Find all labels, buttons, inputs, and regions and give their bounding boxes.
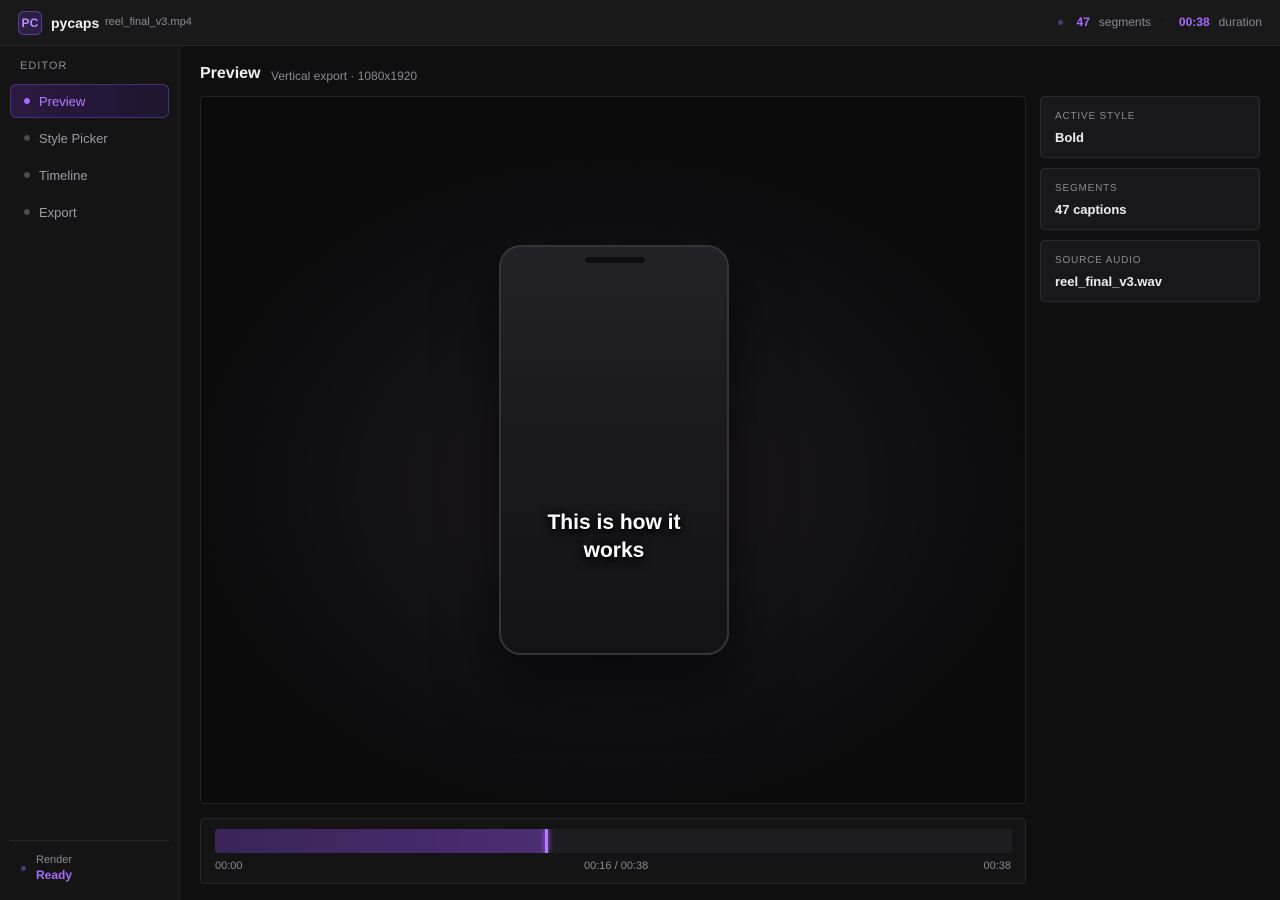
sidebar-nav: Preview Style Picker Timeline Export xyxy=(10,84,169,232)
sidebar-item-timeline[interactable]: Timeline xyxy=(10,158,169,192)
top-bar: PC pycaps reel_final_v3.mp4 47 segments … xyxy=(0,0,1280,46)
header-stats: 47 segments · 00:38 duration xyxy=(1057,15,1262,29)
page-title: Preview xyxy=(200,65,261,82)
page-subtitle: Vertical export · 1080x1920 xyxy=(271,69,418,83)
render-status-panel: Render Ready xyxy=(10,840,169,900)
segments-label: segments xyxy=(1098,15,1151,29)
render-label: Render xyxy=(36,854,73,866)
timeline-panel: 00:00 00:16 / 00:38 00:38 xyxy=(200,818,1026,884)
render-status: Ready xyxy=(36,868,73,882)
source-audio-card: SOURCE AUDIO reel_final_v3.wav xyxy=(1040,240,1260,302)
sidebar-item-export[interactable]: Export xyxy=(10,195,169,229)
sidebar-item-label: Timeline xyxy=(39,167,88,183)
card-value: 47 captions xyxy=(1055,202,1127,217)
sidebar-section-title: EDITOR xyxy=(20,60,68,72)
nav-bullet-icon xyxy=(24,209,30,215)
active-style-card: ACTIVE STYLE Bold xyxy=(1040,96,1260,158)
playhead-handle[interactable] xyxy=(545,829,548,853)
sidebar-item-label: Style Picker xyxy=(39,130,108,146)
segments-count: 47 xyxy=(1076,15,1090,29)
timeline-current-time: 00:16 / 00:38 xyxy=(584,860,649,872)
duration-value: 00:38 xyxy=(1178,15,1210,29)
duration-label: duration xyxy=(1218,15,1262,29)
phone-mockup: This is how it works xyxy=(499,245,729,655)
stats-separator: · xyxy=(1162,15,1167,29)
sidebar-item-label: Export xyxy=(39,204,77,220)
app-name: pycaps xyxy=(51,15,100,31)
phone-notch xyxy=(585,257,645,263)
caption-preview-text: This is how it works xyxy=(547,511,681,562)
segments-card: SEGMENTS 47 captions xyxy=(1040,168,1260,230)
nav-bullet-icon xyxy=(24,98,30,104)
sidebar-item-style-picker[interactable]: Style Picker xyxy=(10,121,169,155)
card-value: reel_final_v3.wav xyxy=(1055,274,1162,289)
status-dot-icon xyxy=(1057,19,1063,25)
timeline-end-time: 00:38 xyxy=(983,860,1011,872)
timeline-start-time: 00:00 xyxy=(215,860,243,872)
card-value: Bold xyxy=(1055,130,1084,145)
sidebar-item-label: Preview xyxy=(39,93,86,109)
preview-canvas: This is how it works xyxy=(200,96,1026,804)
timeline-progress-fill xyxy=(215,829,546,853)
file-name: reel_final_v3.mp4 xyxy=(105,16,192,28)
card-label: SOURCE AUDIO xyxy=(1055,255,1142,266)
nav-bullet-icon xyxy=(24,135,30,141)
nav-bullet-icon xyxy=(24,172,30,178)
timeline-track[interactable] xyxy=(215,829,1012,853)
sidebar: EDITOR Preview Style Picker Timeline Exp… xyxy=(0,46,180,900)
card-label: ACTIVE STYLE xyxy=(1055,111,1136,122)
app-logo-icon: PC xyxy=(18,11,42,35)
sidebar-item-preview[interactable]: Preview xyxy=(10,84,169,118)
render-status-dot-icon xyxy=(21,866,26,871)
card-label: SEGMENTS xyxy=(1055,183,1118,194)
